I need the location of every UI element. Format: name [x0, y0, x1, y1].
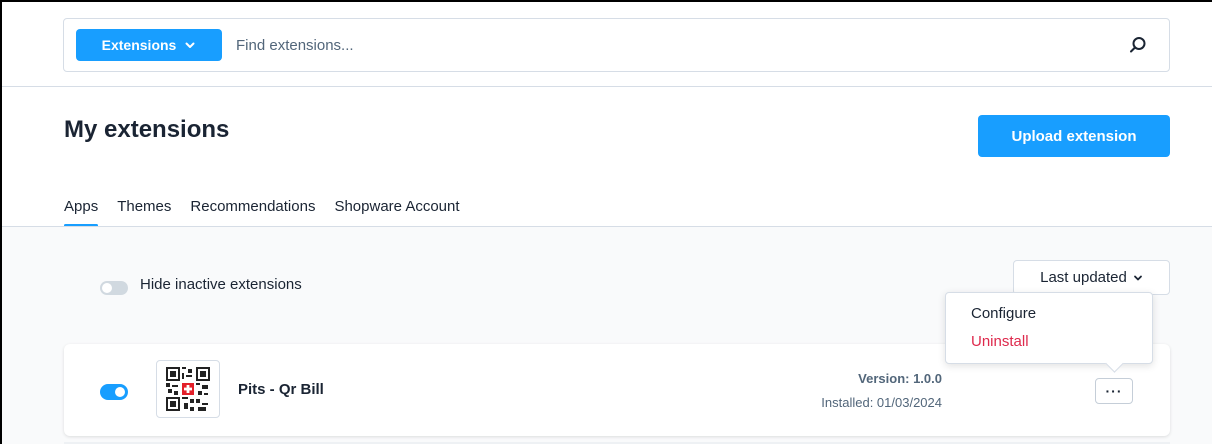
app-window: Extensions My extensions Upload extensio…	[0, 0, 1212, 444]
extensions-type-label: Extensions	[101, 37, 177, 53]
context-menu: Configure Uninstall	[945, 292, 1153, 364]
hide-inactive-label: Hide inactive extensions	[140, 276, 302, 293]
header-divider	[2, 86, 1212, 87]
extension-active-toggle[interactable]	[100, 384, 128, 400]
menu-item-configure[interactable]: Configure	[971, 305, 1036, 322]
sort-dropdown[interactable]: Last updated	[1013, 260, 1170, 295]
upload-extension-button[interactable]: Upload extension	[978, 115, 1170, 157]
tab-themes[interactable]: Themes	[117, 198, 171, 225]
tab-bar: Apps Themes Recommendations Shopware Acc…	[64, 198, 479, 227]
search-bar: Extensions	[63, 18, 1170, 72]
hide-inactive-toggle[interactable]	[100, 281, 128, 295]
search-icon[interactable]	[1129, 36, 1147, 54]
page-title: My extensions	[64, 116, 230, 143]
more-actions-button[interactable]: ···	[1095, 378, 1133, 404]
menu-item-uninstall[interactable]: Uninstall	[971, 333, 1029, 350]
search-input[interactable]	[236, 29, 1076, 61]
ellipsis-icon: ···	[1105, 383, 1123, 399]
extension-icon	[156, 360, 220, 418]
extension-name[interactable]: Pits - Qr Bill	[238, 381, 324, 398]
extension-installed-date: Installed: 01/03/2024	[821, 395, 942, 410]
tab-apps[interactable]: Apps	[64, 198, 99, 227]
chevron-down-icon	[185, 42, 195, 48]
qr-code-icon	[166, 367, 210, 411]
extensions-type-dropdown[interactable]: Extensions	[76, 29, 222, 61]
tab-recommendations[interactable]: Recommendations	[190, 198, 315, 225]
sort-label: Last updated	[1040, 269, 1127, 286]
tab-shopware-account[interactable]: Shopware Account	[334, 198, 459, 225]
chevron-down-icon	[1133, 275, 1142, 280]
extension-version: Version: 1.0.0	[858, 371, 942, 386]
